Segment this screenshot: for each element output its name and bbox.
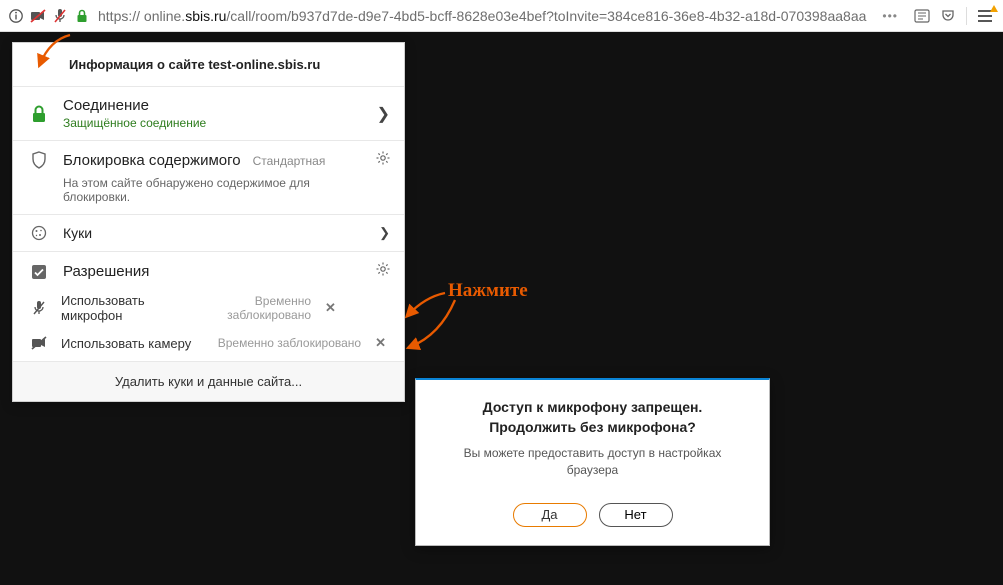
dialog-subtitle: Вы можете предоставить доступ в настройк…: [438, 445, 747, 479]
url-overflow-icon[interactable]: •••: [876, 9, 904, 23]
pocket-icon[interactable]: [940, 8, 956, 24]
address-bar: https:// online.sbis.ru/call/room/b937d7…: [0, 0, 1003, 32]
chevron-right-icon: ❯: [377, 104, 390, 124]
panel-title: Информация о сайте test-online.sbis.ru: [13, 43, 404, 86]
dialog-no-button[interactable]: Нет: [599, 503, 673, 527]
blocking-sub: На этом сайте обнаружено содержимое для …: [63, 176, 363, 204]
lock-icon: [27, 105, 51, 123]
cookies-title: Куки: [63, 225, 92, 241]
shield-icon: [27, 151, 51, 169]
blocking-badge: Стандартная: [253, 154, 326, 168]
permission-row-cam: Использовать камеру Временно заблокирова…: [13, 329, 404, 357]
chevron-right-icon: ❯: [379, 225, 390, 241]
dialog-title: Доступ к микрофону запрещен.Продолжить б…: [438, 398, 747, 437]
dialog-yes-button[interactable]: Да: [513, 503, 587, 527]
annotation-text: Нажмите: [448, 280, 528, 302]
clear-permission-button[interactable]: ✕: [371, 335, 390, 351]
permissions-icon: [27, 264, 51, 280]
permissions-list: Использовать микрофон Временно заблокиро…: [13, 283, 404, 361]
connection-title: Соединение: [63, 97, 206, 114]
cookies-section[interactable]: Куки ❯: [13, 214, 404, 251]
lock-icon[interactable]: [74, 8, 90, 24]
cookie-icon: [27, 225, 51, 241]
connection-section[interactable]: Соединение Защищённое соединение ❯: [13, 86, 404, 140]
permission-row-mic: Использовать микрофон Временно заблокиро…: [13, 287, 404, 329]
camera-blocked-icon[interactable]: [30, 8, 46, 24]
site-info-panel: Информация о сайте test-online.sbis.ru С…: [12, 42, 405, 402]
permission-status: Временно заблокировано: [201, 294, 311, 322]
hamburger-icon[interactable]: [977, 8, 993, 24]
url-text[interactable]: https:// online.sbis.ru/call/room/b937d7…: [98, 8, 876, 24]
mic-blocked-icon[interactable]: [52, 8, 68, 24]
gear-icon[interactable]: [376, 151, 390, 170]
permissions-title: Разрешения: [63, 263, 149, 280]
info-icon[interactable]: [8, 8, 24, 24]
reader-mode-icon[interactable]: [914, 8, 930, 24]
mic-denied-dialog: Доступ к микрофону запрещен.Продолжить б…: [415, 378, 770, 546]
permission-label: Использовать камеру: [61, 336, 208, 351]
permission-status: Временно заблокировано: [218, 336, 361, 350]
camera-blocked-icon: [27, 336, 51, 350]
clear-site-data-button[interactable]: Удалить куки и данные сайта...: [13, 361, 404, 401]
mic-blocked-icon: [27, 300, 51, 316]
gear-icon[interactable]: [376, 262, 390, 281]
permissions-section: Разрешения: [13, 251, 404, 283]
permission-label: Использовать микрофон: [61, 293, 191, 323]
clear-permission-button[interactable]: ✕: [321, 300, 340, 316]
blocking-section: Блокировка содержимого Стандартная На эт…: [13, 140, 404, 214]
blocking-title: Блокировка содержимого: [63, 152, 241, 169]
connection-sub: Защищённое соединение: [63, 116, 206, 130]
